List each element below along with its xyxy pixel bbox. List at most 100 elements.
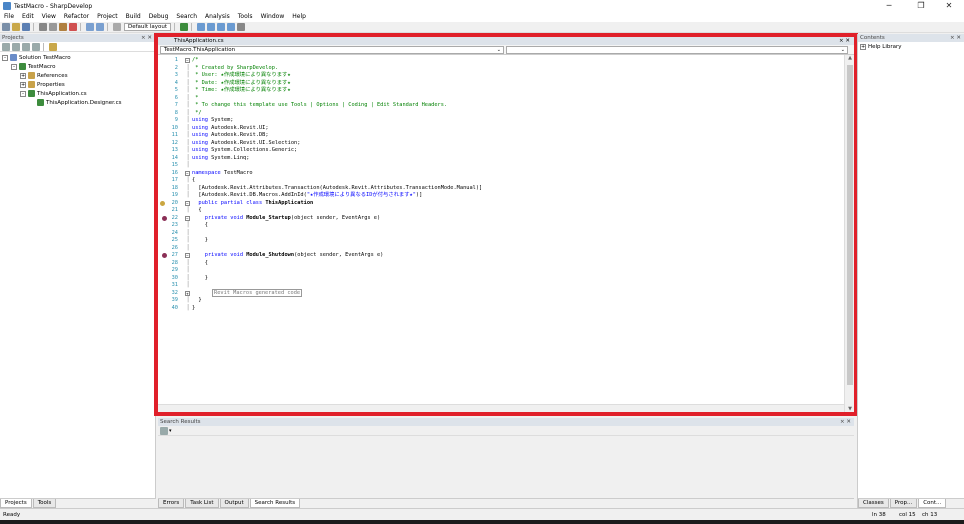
taskbar-strip (0, 520, 964, 524)
toolbar-separator (43, 42, 44, 51)
bookmark-icon[interactable] (113, 23, 121, 31)
save-icon[interactable] (22, 23, 30, 31)
projects-pad: Projects × ✕ - Solution TestMacro - TestMac… (0, 34, 156, 508)
pad-close-icon[interactable]: × ✕ (141, 34, 152, 42)
char-indicator: ch 13 (922, 512, 938, 518)
toolbar-separator (174, 23, 176, 31)
search-pad-header: Search Results × ✕ (158, 418, 854, 426)
tab-output[interactable]: Output (219, 499, 249, 508)
project-tree: - Solution TestMacro - TestMacro + References… (0, 52, 155, 107)
projects-pad-tabs: Projects Tools (0, 498, 156, 508)
tree-node-label: ThisApplication.cs (37, 90, 87, 97)
menu-item-view[interactable]: View (38, 12, 60, 22)
toolbar-separator (191, 23, 193, 31)
properties-icon[interactable] (32, 42, 40, 51)
menu-item-edit[interactable]: Edit (18, 12, 38, 22)
tab-task-list[interactable]: Task List (185, 499, 219, 508)
indent-icon[interactable] (217, 23, 226, 31)
restore-button[interactable]: ❐ (906, 0, 936, 12)
menu-bar: File Edit View Refactor Project Build Debug Sea… (0, 12, 964, 22)
window-title: TestMacro - SharpDevelop (14, 2, 93, 10)
chevron-down-icon[interactable]: ▾ (169, 428, 172, 434)
new-file-icon[interactable] (2, 23, 10, 31)
tab-tools[interactable]: Tools (32, 499, 57, 508)
tab-projects[interactable]: Projects (0, 499, 32, 508)
tree-node[interactable]: - ThisApplication.cs (0, 89, 155, 98)
pad-close-icon[interactable]: × ✕ (840, 418, 851, 426)
tab-contents[interactable]: Cont... (918, 499, 947, 508)
tree-node-label: TestMacro (28, 63, 56, 70)
search-options-icon[interactable] (160, 426, 168, 435)
contents-pad-header: Contents × ✕ (858, 34, 964, 42)
projects-pad-header: Projects × ✕ (0, 34, 155, 42)
menu-item-tools[interactable]: Tools (234, 12, 257, 22)
paste-icon[interactable] (59, 23, 67, 31)
tab-search-results[interactable]: Search Results (249, 499, 301, 508)
refresh-icon[interactable] (2, 42, 10, 51)
menu-item-build[interactable]: Build (122, 12, 145, 22)
menu-item-window[interactable]: Window (257, 12, 289, 22)
uncomment-icon[interactable] (207, 23, 216, 31)
delete-icon[interactable] (69, 23, 77, 31)
collapse-icon[interactable]: - (20, 90, 26, 97)
menu-item-file[interactable]: File (0, 12, 18, 22)
search-pad-title: Search Results (160, 419, 201, 425)
expand-icon[interactable]: + (20, 72, 26, 79)
tab-properties[interactable]: Prop... (889, 499, 918, 508)
search-pad-toolbar: ▾ (158, 426, 854, 436)
file-icon (10, 54, 17, 61)
tree-node-label: References (37, 72, 68, 79)
menu-item-analysis[interactable]: Analysis (201, 12, 234, 22)
file-icon (37, 99, 44, 106)
file-icon (28, 81, 35, 88)
find-icon[interactable] (237, 23, 246, 31)
layout-select[interactable]: Default layout (124, 23, 172, 31)
show-all-files-icon[interactable] (22, 42, 30, 51)
menu-item-refactor[interactable]: Refactor (60, 12, 93, 22)
tree-node[interactable]: ThisApplication.Designer.cs (0, 98, 155, 107)
menu-item-debug[interactable]: Debug (145, 12, 173, 22)
pad-close-icon[interactable]: × ✕ (950, 34, 961, 42)
cut-icon[interactable] (39, 23, 47, 31)
expand-icon[interactable]: + (20, 81, 26, 88)
open-icon[interactable] (12, 23, 20, 31)
expand-icon[interactable]: + (860, 43, 866, 50)
search-results-list (158, 436, 854, 498)
comment-icon[interactable] (197, 23, 206, 31)
menu-item-search[interactable]: Search (172, 12, 201, 22)
search-results-pad: Search Results × ✕ ▾ Errors Task List Ou… (158, 418, 854, 508)
tree-node[interactable]: - TestMacro (0, 62, 155, 71)
undo-icon[interactable] (86, 23, 94, 31)
highlight-frame (154, 33, 858, 416)
add-item-icon[interactable] (49, 42, 57, 51)
close-button[interactable]: ✕ (934, 0, 964, 12)
minimize-button[interactable]: ─ (874, 0, 904, 12)
collapse-all-icon[interactable] (12, 42, 20, 51)
tree-node-label: Properties (37, 81, 65, 88)
projects-pad-toolbar (0, 42, 155, 52)
help-library-label: Help Library (868, 43, 902, 50)
redo-icon[interactable] (96, 23, 104, 31)
collapse-icon[interactable]: - (11, 63, 17, 70)
menu-item-project[interactable]: Project (93, 12, 122, 22)
tab-classes[interactable]: Classes (858, 499, 889, 508)
status-text: Ready (3, 512, 21, 518)
run-icon[interactable] (180, 23, 189, 31)
file-icon (19, 63, 26, 70)
title-bar: TestMacro - SharpDevelop ─ ❐ ✕ (0, 0, 964, 12)
outdent-icon[interactable] (227, 23, 236, 31)
tab-errors[interactable]: Errors (158, 499, 185, 508)
menu-item-help[interactable]: Help (288, 12, 310, 22)
tree-node[interactable]: - Solution TestMacro (0, 53, 155, 62)
contents-pad-title: Contents (860, 35, 885, 41)
toolbar-separator (33, 23, 34, 31)
collapse-icon[interactable]: - (2, 54, 8, 61)
toolbar: Default layout (0, 22, 964, 33)
tree-node[interactable]: + References (0, 71, 155, 80)
search-pad-tabs: Errors Task List Output Search Results (158, 498, 854, 508)
contents-pad: Contents × ✕ + Help Library Classes Prop… (857, 34, 964, 508)
tree-node[interactable]: + Properties (0, 80, 155, 89)
toolbar-separator (107, 23, 108, 31)
help-library-node[interactable]: + Help Library (858, 42, 964, 51)
copy-icon[interactable] (49, 23, 57, 31)
